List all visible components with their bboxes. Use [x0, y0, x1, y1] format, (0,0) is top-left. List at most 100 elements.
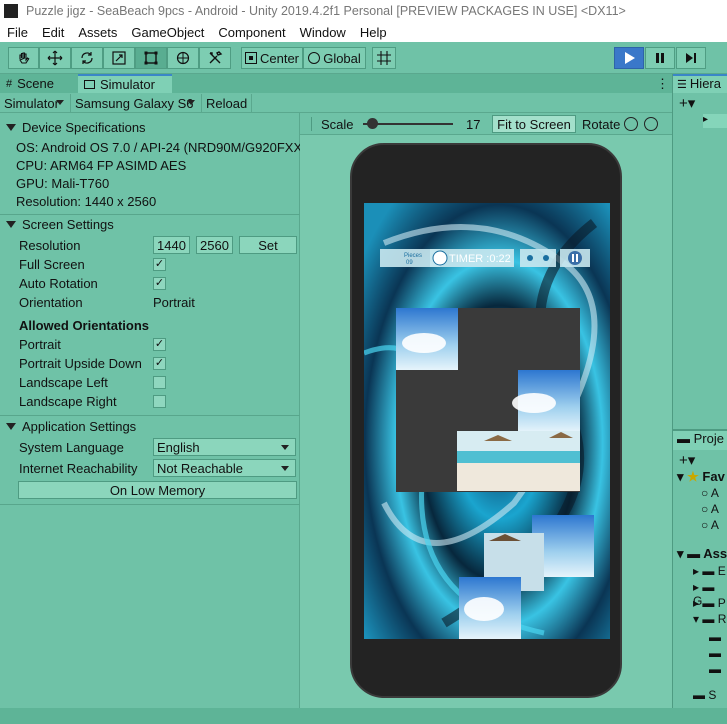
sand-strip [457, 463, 580, 491]
asset-folder-row[interactable]: ▬ [709, 646, 721, 660]
scale-tool-button[interactable] [103, 47, 135, 69]
pieces-label: Pieces [404, 253, 422, 259]
step-button[interactable] [676, 47, 706, 69]
favorites-row[interactable]: ▾ ★ Fav [677, 469, 725, 485]
device-specs-header: Device Specifications [22, 119, 146, 135]
favorite-item[interactable]: ○ A [701, 486, 719, 500]
scale-icon [112, 51, 126, 65]
transform-icon [176, 51, 190, 65]
auto-rotation-checkbox[interactable]: ✓ [153, 277, 166, 290]
grid-icon [377, 51, 391, 65]
portrait-upside-down-checkbox[interactable]: ✓ [153, 357, 166, 370]
hand-icon [18, 52, 29, 64]
asset-folder-row[interactable]: ▬ [709, 662, 721, 676]
foldout-arrow-icon [6, 220, 16, 228]
menu-edit[interactable]: Edit [35, 25, 71, 40]
device-os: OS: Android OS 7.0 / API-24 (NRD90M/G920… [16, 140, 312, 155]
assets-root-label: Ass [703, 546, 727, 561]
device-specs-foldout[interactable]: Device Specifications [0, 117, 300, 137]
cloud [464, 597, 504, 621]
pivot-global-toggle[interactable]: Global [303, 47, 366, 69]
set-resolution-button[interactable]: Set [239, 236, 297, 254]
checkmark-icon: ✓ [154, 258, 165, 270]
simulator-viewport: Pieces 09 TIMER :0:22 [300, 135, 672, 708]
portrait-checkbox[interactable]: ✓ [153, 338, 166, 351]
hint-button [520, 249, 556, 267]
full-screen-checkbox[interactable]: ✓ [153, 258, 166, 271]
reload-button[interactable]: Reload [202, 94, 252, 112]
screen-settings-foldout[interactable]: Screen Settings [0, 214, 300, 234]
on-low-memory-button[interactable]: On Low Memory [18, 481, 297, 499]
rotate-label: Rotate [582, 117, 621, 132]
scale-label: Scale [321, 117, 354, 132]
tab-scene[interactable]: # Scene [0, 74, 78, 93]
internet-reachability-dropdown[interactable]: Not Reachable [153, 459, 296, 477]
system-language-label: System Language [19, 440, 124, 455]
landscape-right-label: Landscape Right [19, 394, 117, 409]
play-button[interactable] [614, 47, 644, 69]
device-screen[interactable]: Pieces 09 TIMER :0:22 [364, 203, 610, 639]
menu-assets[interactable]: Assets [71, 25, 124, 40]
star-icon: ★ [687, 469, 699, 484]
asset-folder-row[interactable]: ▸ ▬ P [693, 596, 726, 610]
assets-root-row[interactable]: ▾ ▬ Ass [677, 546, 727, 562]
pause-icon [656, 53, 664, 63]
menu-file[interactable]: File [0, 25, 35, 40]
asset-folder-row[interactable]: ▬ [709, 630, 721, 644]
scale-value: 17 [466, 117, 481, 132]
menu-gameobject[interactable]: GameObject [124, 25, 211, 40]
status-bar [0, 708, 727, 724]
hierarchy-tab[interactable]: ☰ Hiera [673, 74, 727, 93]
favorite-item[interactable]: ○ A [701, 518, 719, 532]
hand-tool-button[interactable] [8, 47, 39, 69]
section-divider [0, 504, 300, 505]
asset-folder-row[interactable]: ▾ ▬ R [693, 612, 726, 626]
asset-folder-row[interactable]: ▬ S [693, 688, 716, 702]
asset-folder-row[interactable]: ▸ ▬ E [693, 564, 726, 578]
window-title: Puzzle jigz - SeaBeach 9pcs - Android - … [26, 4, 626, 18]
system-language-dropdown[interactable]: English [153, 438, 296, 456]
application-settings-foldout[interactable]: Application Settings [0, 416, 300, 436]
menu-component[interactable]: Component [211, 25, 292, 40]
custom-tool-button[interactable] [199, 47, 231, 69]
scale-slider-thumb[interactable] [367, 118, 378, 129]
simulator-dropdown[interactable]: Simulator [0, 94, 71, 112]
rotate-tool-button[interactable] [71, 47, 103, 69]
landscape-right-checkbox[interactable] [153, 395, 166, 408]
global-label: Global [323, 50, 361, 66]
favorite-item[interactable]: ○ A [701, 502, 719, 516]
menu-window[interactable]: Window [293, 25, 353, 40]
scale-slider[interactable] [363, 118, 453, 129]
fit-to-screen-button[interactable]: Fit to Screen [492, 115, 576, 133]
full-screen-label: Full Screen [19, 257, 85, 272]
resolution-width-input[interactable]: 1440 [153, 236, 190, 254]
device-phone-frame: Pieces 09 TIMER :0:22 [350, 143, 622, 698]
pause-bar-icon [572, 254, 574, 262]
move-tool-button[interactable] [39, 47, 71, 69]
menu-help[interactable]: Help [353, 25, 394, 40]
landscape-left-checkbox[interactable] [153, 376, 166, 389]
tab-simulator[interactable]: Simulator [78, 74, 172, 93]
screen-settings-header: Screen Settings [22, 216, 114, 232]
system-language-value: English [157, 439, 200, 455]
device-dropdown[interactable]: Samsung Galaxy S6 [71, 94, 202, 112]
transform-tool-button[interactable] [167, 47, 199, 69]
center-label: Center [259, 50, 300, 66]
tab-options-menu[interactable]: ⋮ [650, 74, 670, 93]
grid-snapping-button[interactable] [372, 47, 396, 69]
rotate-ccw-icon[interactable] [624, 117, 638, 131]
right-docked-panels: ☰ Hiera +▾ ▸ ▬ Proje +▾ ▾ ★ Fav ○ A ○ A … [672, 74, 727, 708]
rotate-cw-icon[interactable] [644, 117, 658, 131]
foldout-arrow-icon [6, 123, 16, 131]
pivot-center-toggle[interactable]: Center [241, 47, 303, 69]
device-resolution: Resolution: 1440 x 2560 [16, 194, 157, 209]
project-add-button[interactable]: +▾ [679, 451, 695, 469]
pause-button[interactable] [645, 47, 675, 69]
center-icon [244, 52, 257, 64]
hierarchy-scene-row[interactable]: ▸ [703, 114, 727, 128]
hierarchy-add-button[interactable]: +▾ [679, 94, 695, 112]
resolution-height-input[interactable]: 2560 [196, 236, 233, 254]
favorites-label: Fav [702, 469, 725, 484]
rect-tool-button[interactable] [135, 47, 167, 69]
project-tab[interactable]: ▬ Proje [673, 431, 727, 450]
